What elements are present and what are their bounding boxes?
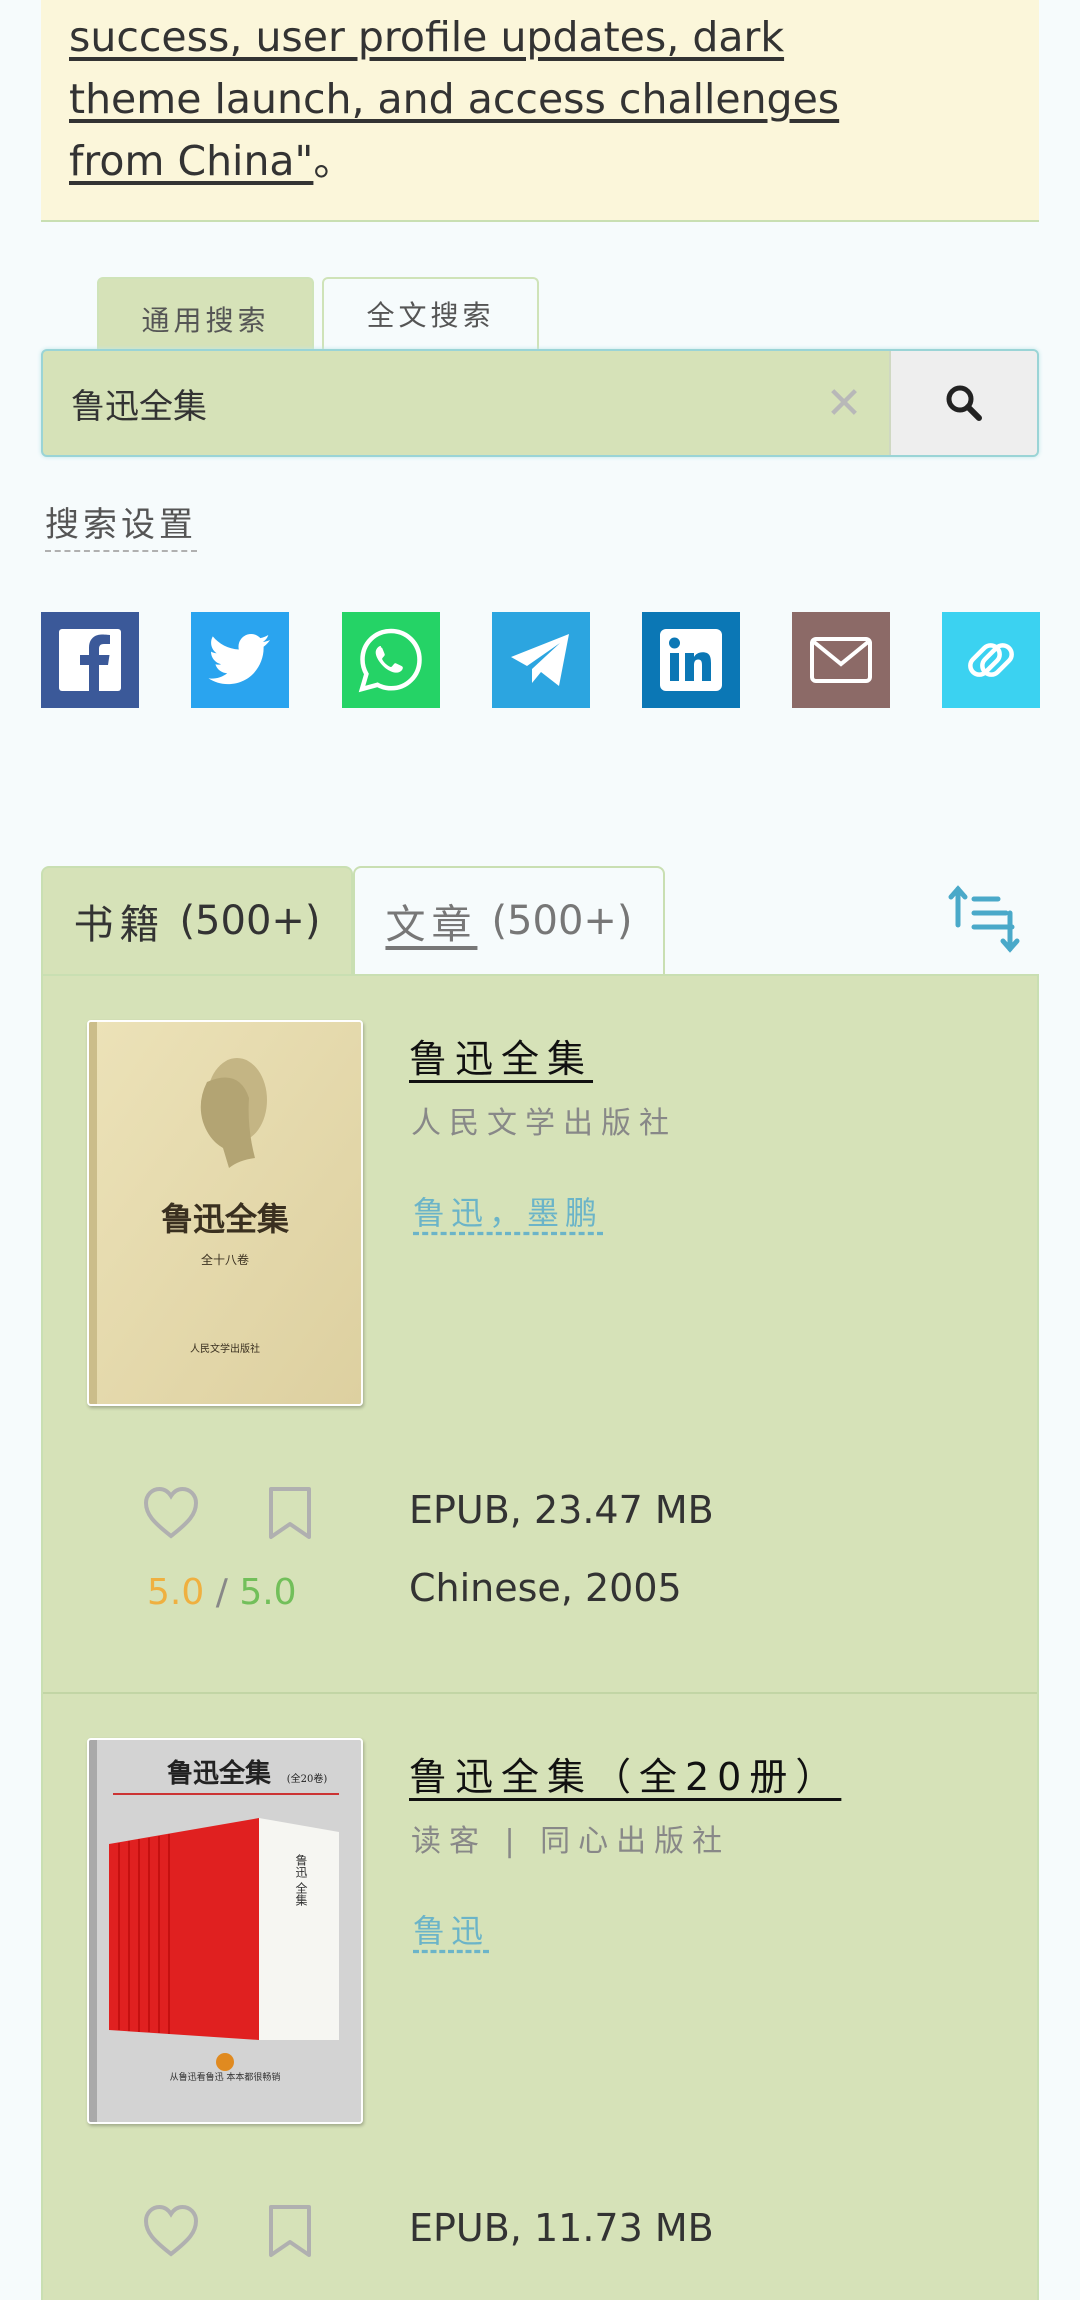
tab-articles-count: (500+) [491, 898, 633, 944]
telegram-icon [511, 634, 569, 686]
search-bar: ✕ [41, 349, 1039, 457]
tab-books-count: (500+) [179, 898, 321, 944]
facebook-icon [59, 629, 121, 691]
share-telegram-button[interactable] [492, 612, 590, 708]
results-list: 鲁迅全集 全十八卷 人民文学出版社 鲁迅全集 人民文学出版社 鲁迅，墨鹏 5.0… [41, 974, 1039, 2300]
cover-title: 鲁迅全集 [167, 1758, 272, 1789]
book-publisher: 读客 | 同心出版社 [411, 1824, 731, 1859]
book-authors[interactable]: 鲁迅，墨鹏 [413, 1188, 603, 1234]
tab-articles[interactable]: 文章 (500+) [353, 866, 665, 974]
tab-articles-label: 文章 [385, 902, 478, 948]
tab-general-search[interactable]: 通用搜索 [97, 277, 314, 359]
share-twitter-button[interactable] [191, 612, 289, 708]
cover-subtitle: (全20卷) [287, 1772, 328, 1785]
bookmark-icon[interactable] [267, 1486, 313, 1540]
file-format-size: EPUB, 11.73 MB [409, 2206, 714, 2250]
share-facebook-button[interactable] [41, 612, 139, 708]
book-title[interactable]: 鲁迅全集（全20册） [409, 1746, 841, 1801]
tab-books[interactable]: 书籍 (500+) [41, 866, 353, 974]
book-cover[interactable]: 鲁迅全集 (全20卷) 鲁迅 全集 从鲁迅看鲁迅 本本都很畅销 [87, 1738, 363, 2124]
announcement-line-3[interactable]: from China" [69, 137, 313, 185]
share-copy-link-button[interactable] [942, 612, 1040, 708]
rating-separator: / [215, 1572, 228, 1613]
book-publisher: 人民文学出版社 [411, 1106, 677, 1141]
email-icon [810, 637, 872, 683]
cover-footer: 从鲁迅看鲁迅 本本都很畅销 [170, 2071, 281, 2083]
tab-books-label: 书籍 [73, 902, 166, 948]
share-whatsapp-button[interactable] [342, 612, 440, 708]
announcement-line-1[interactable]: success, user profile updates, dark [69, 13, 784, 61]
cover-spine: 鲁迅 全集 [294, 1854, 308, 1906]
rating-max: 5.0 [239, 1572, 297, 1613]
announcement-suffix: 。 [313, 137, 355, 185]
rating-value: 5.0 [147, 1572, 205, 1613]
cover-subtitle: 全十八卷 [201, 1252, 249, 1267]
search-settings-link[interactable]: 搜索设置 [45, 497, 197, 552]
cover-image-luxun-set: 鲁迅全集 (全20卷) 鲁迅 全集 从鲁迅看鲁迅 本本都很畅销 [89, 1740, 361, 2122]
share-linkedin-button[interactable] [642, 612, 740, 708]
tab-fulltext-search[interactable]: 全文搜索 [322, 277, 539, 349]
book-authors-text[interactable]: 鲁迅，墨鹏 [413, 1194, 603, 1232]
search-input[interactable] [43, 351, 799, 455]
file-format-size: EPUB, 23.47 MB [409, 1488, 714, 1532]
heart-icon[interactable] [143, 1486, 199, 1540]
result-item: 鲁迅全集 (全20卷) 鲁迅 全集 从鲁迅看鲁迅 本本都很畅销 鲁迅全集（全20… [43, 1692, 1037, 2300]
result-item: 鲁迅全集 全十八卷 人民文学出版社 鲁迅全集 人民文学出版社 鲁迅，墨鹏 5.0… [43, 976, 1037, 1692]
announcement-line-2[interactable]: theme launch, and access challenges [69, 75, 839, 123]
book-title[interactable]: 鲁迅全集 [409, 1028, 593, 1083]
link-icon [968, 643, 1014, 677]
result-tabs: 书籍 (500+) 文章 (500+) [41, 866, 665, 974]
cover-publisher: 人民文学出版社 [190, 1342, 260, 1355]
book-cover[interactable]: 鲁迅全集 全十八卷 人民文学出版社 [87, 1020, 363, 1406]
heart-icon[interactable] [143, 2204, 199, 2258]
announcement-banner: success, user profile updates, dark them… [41, 0, 1039, 222]
cover-title: 鲁迅全集 [161, 1200, 289, 1238]
search-button[interactable] [889, 351, 1037, 455]
rating: 5.0 / 5.0 [147, 1572, 297, 1613]
close-icon: ✕ [825, 377, 863, 429]
book-authors-text[interactable]: 鲁迅 [413, 1912, 489, 1950]
clear-search-button[interactable]: ✕ [799, 351, 889, 455]
twitter-icon [208, 634, 270, 685]
linkedin-icon [660, 629, 722, 691]
cover-image-luxun: 鲁迅全集 全十八卷 人民文学出版社 [89, 1022, 361, 1404]
bookmark-icon[interactable] [267, 2204, 313, 2258]
language-year: Chinese, 2005 [409, 1566, 682, 1610]
sort-icon [948, 885, 1020, 953]
book-authors[interactable]: 鲁迅 [413, 1906, 489, 1952]
sort-button[interactable] [946, 884, 1024, 954]
search-icon [946, 385, 982, 421]
share-email-button[interactable] [792, 612, 890, 708]
whatsapp-icon [358, 628, 422, 693]
